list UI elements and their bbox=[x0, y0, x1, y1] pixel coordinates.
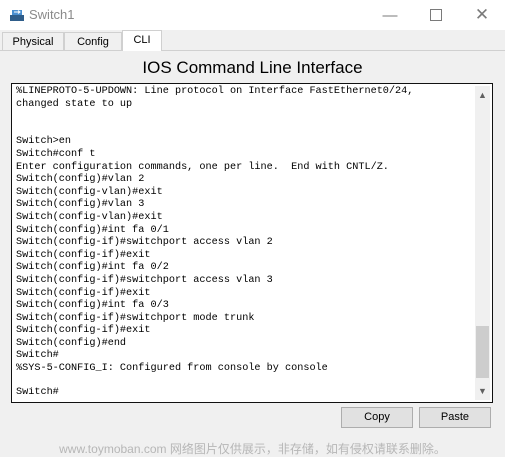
cli-console[interactable]: %LINEPROTO-5-UPDOWN: Line protocol on In… bbox=[11, 83, 493, 403]
switch-app-icon bbox=[10, 10, 24, 21]
scroll-up-icon[interactable]: ▲ bbox=[475, 88, 490, 102]
paste-button[interactable]: Paste bbox=[419, 407, 491, 428]
console-scrollbar[interactable]: ▲ ▼ bbox=[475, 86, 490, 400]
close-icon: ✕ bbox=[474, 5, 490, 24]
maximize-icon bbox=[430, 9, 442, 21]
scroll-thumb[interactable] bbox=[476, 326, 489, 378]
console-output: %LINEPROTO-5-UPDOWN: Line protocol on In… bbox=[16, 86, 414, 375]
tab-cli[interactable]: CLI bbox=[122, 30, 162, 51]
scroll-down-icon[interactable]: ▼ bbox=[475, 384, 490, 398]
copy-button[interactable]: Copy bbox=[341, 407, 413, 428]
maximize-button[interactable] bbox=[413, 0, 459, 30]
watermark-text: www.toymoban.com 网络图片仅供展示，非存储，如有侵权请联系删除。 bbox=[59, 442, 446, 456]
close-button[interactable]: ✕ bbox=[459, 0, 505, 30]
command-input[interactable] bbox=[16, 386, 472, 399]
minimize-button[interactable]: — bbox=[367, 0, 413, 30]
tab-bar: Physical Config CLI bbox=[0, 30, 505, 51]
window-title: Switch1 bbox=[29, 7, 75, 22]
minimize-icon: — bbox=[382, 6, 398, 24]
tab-config[interactable]: Config bbox=[64, 32, 122, 50]
title-bar: Switch1 — ✕ bbox=[0, 0, 505, 30]
tab-physical[interactable]: Physical bbox=[2, 32, 64, 50]
page-title: IOS Command Line Interface bbox=[142, 58, 363, 77]
